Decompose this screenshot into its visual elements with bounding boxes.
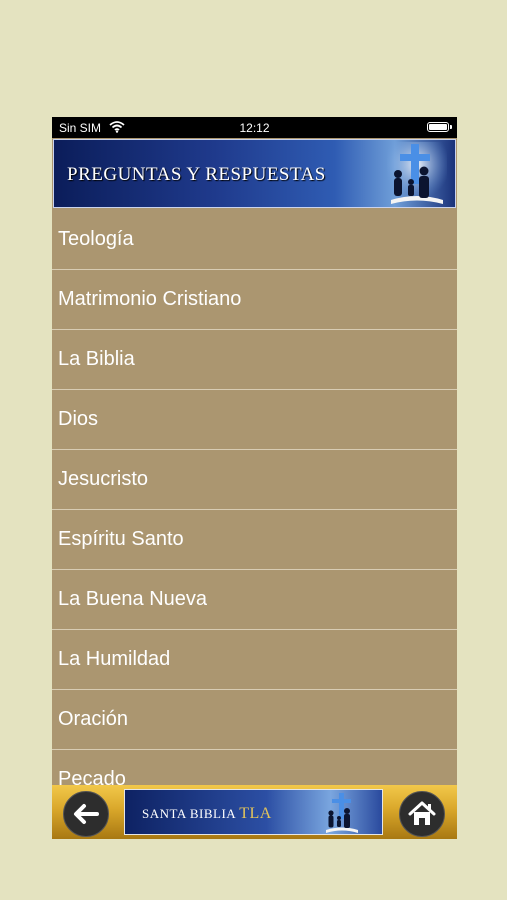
home-icon <box>400 801 444 839</box>
list-item-label: Oración <box>58 708 129 730</box>
list-item[interactable]: La Buena Nueva <box>52 570 457 630</box>
list-item[interactable]: Jesucristo <box>52 450 457 510</box>
bottom-toolbar: SANTA BIBLIA TLA <box>52 785 457 839</box>
list-item[interactable]: Espíritu Santo <box>52 510 457 570</box>
list-item[interactable]: Oración <box>52 690 457 750</box>
list-item-label: Espíritu Santo <box>58 528 184 550</box>
arrow-left-icon <box>64 804 108 839</box>
battery-icon <box>427 122 452 132</box>
clock: 12:12 <box>239 121 270 135</box>
bible-app-ad-banner[interactable]: SANTA BIBLIA TLA <box>124 789 383 835</box>
ad-label: SANTA BIBLIA TLA <box>142 805 272 822</box>
app-screen: Sin SIM 12:12 PREGUNTAS Y RESPUESTAS Teo… <box>52 117 457 839</box>
list-item-label: La Buena Nueva <box>58 588 208 610</box>
family-cross-illustration-icon <box>324 792 360 834</box>
header-banner: PREGUNTAS Y RESPUESTAS <box>53 139 456 208</box>
list-item-label: Matrimonio Cristiano <box>58 288 242 310</box>
list-item[interactable]: Matrimonio Cristiano <box>52 270 457 330</box>
family-cross-illustration-icon <box>387 142 447 207</box>
status-bar: Sin SIM 12:12 <box>52 117 457 138</box>
list-item-label: La Humildad <box>58 648 171 670</box>
list-item[interactable]: La Biblia <box>52 330 457 390</box>
list-item-label: Teología <box>58 228 134 250</box>
list-item[interactable]: La Humildad <box>52 630 457 690</box>
back-button[interactable] <box>63 791 109 837</box>
list-item[interactable]: Dios <box>52 390 457 450</box>
list-item-label: Jesucristo <box>58 468 149 490</box>
list-item-label: Dios <box>58 408 99 430</box>
home-button[interactable] <box>399 791 445 837</box>
topic-list: Teología Matrimonio Cristiano La Biblia … <box>52 210 457 810</box>
list-item[interactable]: Teología <box>52 210 457 270</box>
page-title: PREGUNTAS Y RESPUESTAS <box>67 164 326 185</box>
list-item-label: La Biblia <box>58 348 135 370</box>
